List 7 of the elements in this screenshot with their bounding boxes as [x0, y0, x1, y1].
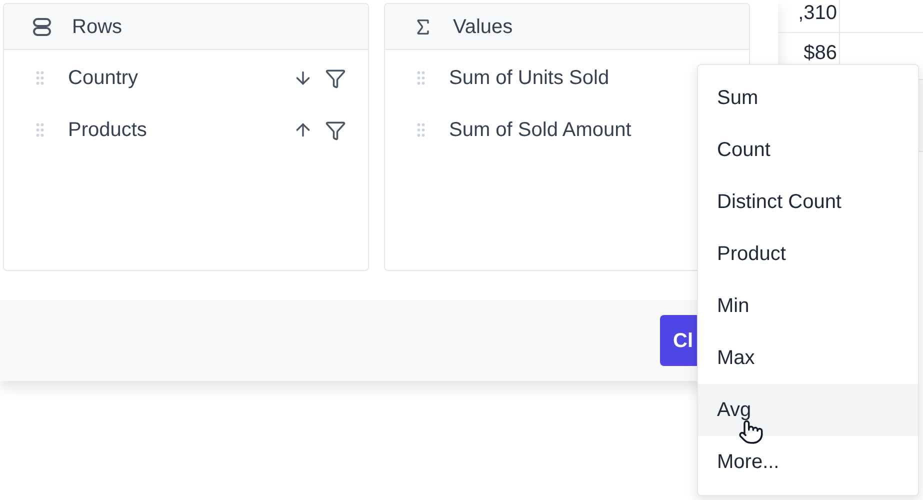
panel-title: Values — [453, 14, 513, 40]
field-label: Products — [68, 118, 147, 143]
panel-title: Rows — [72, 14, 122, 40]
table-cell: ,310 — [778, 0, 840, 32]
field-label: Country — [68, 66, 138, 91]
field-label: Sum of Units Sold — [449, 66, 610, 91]
field-label: Sum of Sold Amount — [449, 118, 632, 143]
